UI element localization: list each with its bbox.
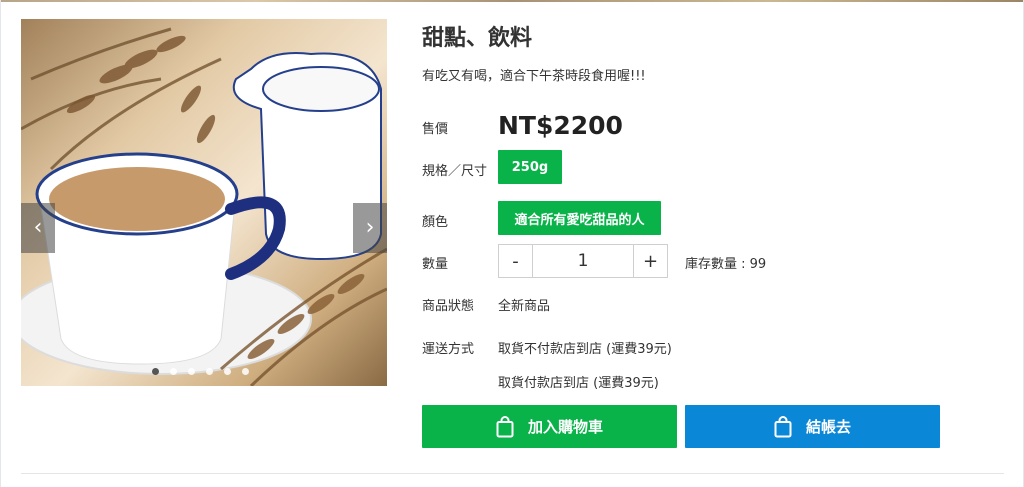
status-value: 全新商品 — [498, 299, 551, 314]
add-to-cart-button[interactable]: 加入購物車 — [422, 405, 677, 448]
add-to-cart-label: 加入購物車 — [527, 418, 603, 436]
shopping-bag-icon — [774, 415, 792, 438]
product-description: 有吃又有喝，適合下午茶時段食用喔!!! — [422, 69, 646, 84]
quantity-stepper: - + — [498, 244, 668, 278]
status-label: 商品狀態 — [422, 299, 475, 314]
spec-label: 規格／尺寸 — [422, 164, 488, 179]
top-banner-strip — [0, 0, 1024, 2]
color-label: 顏色 — [422, 215, 449, 230]
gallery-dot[interactable] — [206, 368, 213, 375]
product-image-gallery[interactable]: ‹ › — [21, 19, 387, 386]
price-label: 售價 — [422, 122, 449, 137]
checkout-button[interactable]: 結帳去 — [685, 405, 940, 448]
frame-border-left — [0, 0, 1, 487]
shipping-label: 運送方式 — [422, 342, 475, 357]
gallery-dot[interactable] — [188, 368, 195, 375]
shipping-option: 取貨不付款店到店 (運費39元) — [498, 342, 672, 357]
stock-count: 庫存數量 : 99 — [685, 257, 767, 272]
gallery-dot[interactable] — [224, 368, 231, 375]
gallery-dot[interactable] — [170, 368, 177, 375]
product-price: NT$2200 — [498, 111, 623, 140]
gallery-pagination-dots — [152, 368, 249, 375]
gallery-dot[interactable] — [152, 368, 159, 375]
quantity-plus-button[interactable]: + — [634, 245, 667, 277]
gallery-next-arrow-icon[interactable]: › — [353, 203, 387, 253]
checkout-label: 結帳去 — [805, 418, 851, 436]
spec-option-button[interactable]: 250g — [498, 150, 562, 184]
quantity-minus-button[interactable]: - — [499, 245, 532, 277]
product-title: 甜點、飲料 — [422, 26, 533, 51]
gallery-dot[interactable] — [242, 368, 249, 375]
shipping-option: 取貨付款店到店 (運費39元) — [498, 376, 659, 391]
shopping-bag-icon — [496, 415, 514, 438]
gallery-prev-arrow-icon[interactable]: ‹ — [21, 203, 55, 253]
quantity-label: 數量 — [422, 257, 449, 272]
section-divider — [21, 473, 1004, 474]
quantity-input[interactable] — [532, 245, 634, 277]
color-option-button[interactable]: 適合所有愛吃甜品的人 — [498, 201, 661, 235]
product-photo — [21, 27, 387, 386]
